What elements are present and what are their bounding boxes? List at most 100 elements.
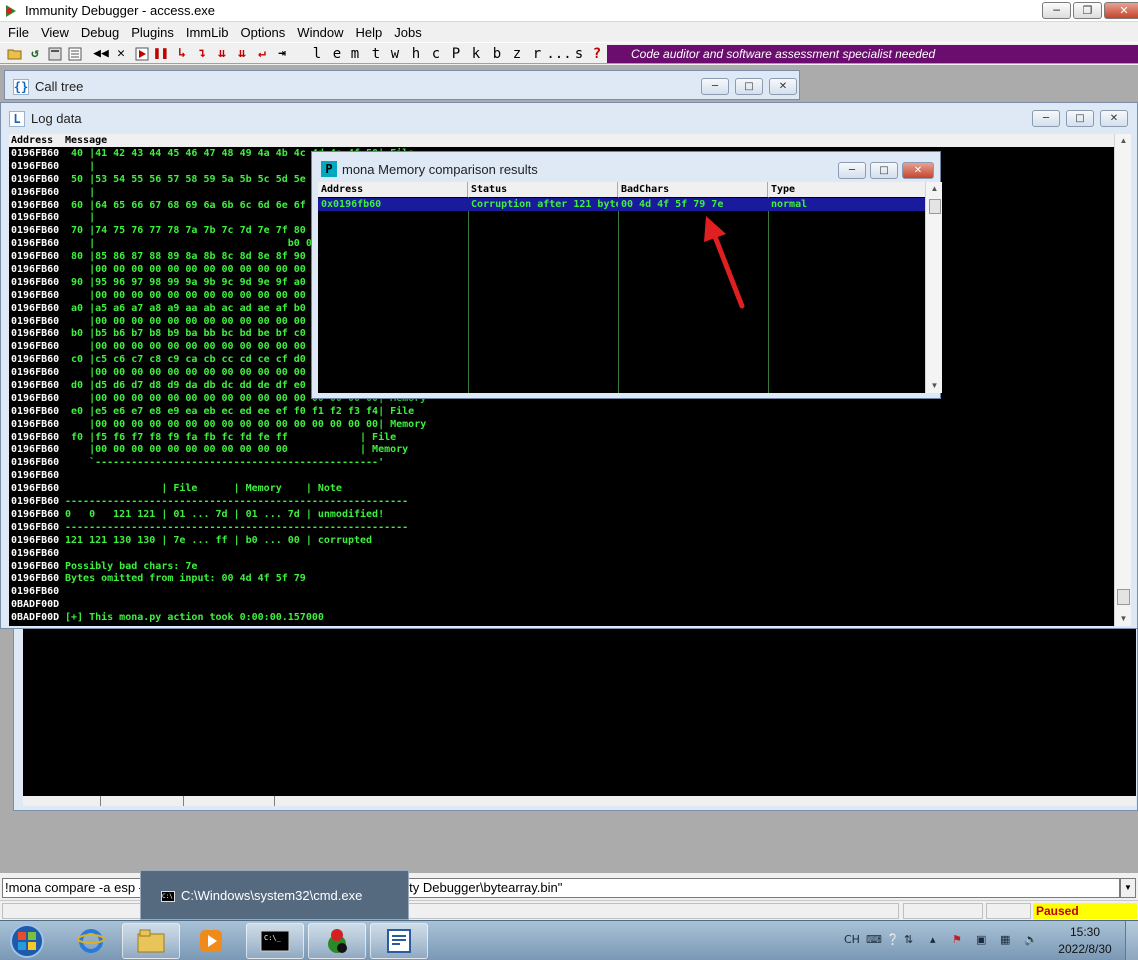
command-dropdown-icon[interactable]: ▼ bbox=[1120, 878, 1136, 898]
mona-results-table[interactable]: Address Status BadChars Type 0x0196fb60 … bbox=[318, 182, 925, 393]
trace-into-icon[interactable]: ⇊ bbox=[214, 45, 230, 62]
scroll-down-icon[interactable]: ▼ bbox=[926, 379, 943, 393]
log-line[interactable]: 0BADF00D bbox=[9, 598, 1114, 611]
mona-maximize-button[interactable]: □ bbox=[870, 162, 898, 179]
help-icon[interactable]: ? bbox=[590, 45, 604, 62]
log-line[interactable]: 0196FB60 e0 |e5 e6 e7 e8 e9 ea eb ec ed … bbox=[9, 405, 1114, 418]
taskbar-explorer-icon[interactable] bbox=[122, 923, 180, 959]
toolbar-letter-c[interactable]: c bbox=[429, 45, 443, 62]
keyboard-icon[interactable]: ⌨ bbox=[866, 933, 882, 946]
log-line[interactable]: 0196FB60 --------------------------------… bbox=[9, 495, 1114, 508]
mona-minimize-button[interactable]: ─ bbox=[838, 162, 866, 179]
toolbar-letter-m[interactable]: m bbox=[348, 45, 362, 62]
tray-options-icon[interactable]: ⇅ bbox=[904, 933, 913, 946]
call-tree-close-button[interactable]: ✕ bbox=[769, 78, 797, 95]
menu-immlib[interactable]: ImmLib bbox=[180, 25, 235, 40]
mona-scrollbar[interactable]: ▲ ▼ bbox=[925, 182, 942, 393]
menu-file[interactable]: File bbox=[2, 25, 35, 40]
log-column-address[interactable]: Address bbox=[11, 134, 53, 147]
close-button[interactable]: ✕ bbox=[1104, 2, 1138, 19]
mona-result-row[interactable]: 0x0196fb60 Corruption after 121 bytes 00… bbox=[318, 198, 925, 211]
device-icon[interactable]: ▣ bbox=[976, 933, 986, 946]
mona-close-button[interactable]: ✕ bbox=[902, 162, 934, 179]
log-line[interactable]: 0196FB60 |00 00 00 00 00 00 00 00 00 00 … bbox=[9, 443, 1114, 456]
restart-icon[interactable]: ↺ bbox=[26, 45, 44, 62]
scroll-up-icon[interactable]: ▲ bbox=[1115, 134, 1132, 148]
toolbar-banner[interactable]: Code auditor and software assessment spe… bbox=[607, 45, 1138, 63]
toolbar-letter-t[interactable]: t bbox=[369, 45, 383, 62]
call-tree-title-bar[interactable]: {} Call tree ─ □ ✕ bbox=[5, 71, 799, 101]
network-icon[interactable]: ▦ bbox=[1000, 933, 1010, 946]
mona-column-type[interactable]: Type bbox=[768, 182, 925, 197]
go-to-icon[interactable]: ⇥ bbox=[274, 45, 290, 62]
scroll-down-icon[interactable]: ▼ bbox=[1115, 612, 1132, 626]
call-tree-minimize-button[interactable]: ─ bbox=[701, 78, 729, 95]
language-indicator[interactable]: CH bbox=[844, 933, 860, 946]
log-line[interactable]: 0196FB60 |00 00 00 00 00 00 00 00 00 00 … bbox=[9, 418, 1114, 431]
taskbar-media-player-icon[interactable] bbox=[182, 923, 240, 959]
taskbar-immunity-icon[interactable] bbox=[308, 923, 366, 959]
menu-debug[interactable]: Debug bbox=[75, 25, 125, 40]
rewind-icon[interactable]: ◀◀ bbox=[92, 45, 110, 62]
taskbar-clock[interactable]: 15:30 2022/8/30 bbox=[1050, 924, 1120, 958]
menu-jobs[interactable]: Jobs bbox=[388, 25, 427, 40]
taskbar-tooltip[interactable]: C:\ C:\Windows\system32\cmd.exe bbox=[140, 870, 409, 920]
toolbar-letter-z[interactable]: z bbox=[510, 45, 524, 62]
menu-plugins[interactable]: Plugins bbox=[125, 25, 180, 40]
toolbar-letter-e[interactable]: e bbox=[330, 45, 344, 62]
mona-results-window[interactable]: P mona Memory comparison results ─ □ ✕ A… bbox=[311, 151, 942, 399]
scroll-up-icon[interactable]: ▲ bbox=[926, 182, 943, 196]
log-line[interactable]: 0196FB60 f0 |f5 f6 f7 f8 f9 fa fb fc fd … bbox=[9, 431, 1114, 444]
pause-icon[interactable]: ❚❚ bbox=[153, 45, 169, 62]
menu-options[interactable]: Options bbox=[234, 25, 291, 40]
show-hidden-icons-icon[interactable]: ▴ bbox=[930, 933, 936, 946]
log-line[interactable]: 0196FB60 121 121 130 130 | 7e ... ff | b0… bbox=[9, 534, 1114, 547]
taskbar-ie-icon[interactable] bbox=[62, 923, 120, 959]
toolbar-letter-k[interactable]: k bbox=[469, 45, 483, 62]
log-line[interactable]: 0196FB60 Bytes omitted from input: 00 4d … bbox=[9, 572, 1114, 585]
restore-button[interactable]: ❐ bbox=[1073, 2, 1102, 19]
toolbar-letter-h[interactable]: h bbox=[409, 45, 423, 62]
stop-icon[interactable]: ✕ bbox=[114, 45, 128, 62]
toolbar-letter-s[interactable]: s bbox=[572, 45, 586, 62]
mona-title-bar[interactable]: P mona Memory comparison results ─ □ ✕ bbox=[312, 152, 940, 182]
taskbar-app-icon[interactable] bbox=[370, 923, 428, 959]
run-icon[interactable] bbox=[134, 45, 150, 62]
toolbar-letter-ellipsis[interactable]: ... bbox=[546, 45, 571, 62]
log-scrollbar[interactable]: ▲ ▼ bbox=[1114, 134, 1131, 626]
start-button-icon[interactable] bbox=[3, 922, 51, 960]
open-folder-icon[interactable] bbox=[6, 45, 24, 62]
log-data-maximize-button[interactable]: □ bbox=[1066, 110, 1094, 127]
log-column-message[interactable]: Message bbox=[65, 134, 107, 147]
mona-scroll-thumb[interactable] bbox=[929, 199, 941, 214]
toolbar-letter-w[interactable]: w bbox=[388, 45, 402, 62]
execute-till-return-icon[interactable]: ↵ bbox=[254, 45, 270, 62]
log-data-minimize-button[interactable]: ─ bbox=[1032, 110, 1060, 127]
log-line[interactable]: 0196FB60 | File | Memory | Note bbox=[9, 482, 1114, 495]
action-center-icon[interactable]: ⚑ bbox=[952, 933, 962, 946]
minimize-button[interactable]: ─ bbox=[1042, 2, 1071, 19]
help-tray-icon[interactable]: ❔ bbox=[886, 933, 900, 946]
step-into-icon[interactable]: ↳ bbox=[174, 45, 190, 62]
close-program-icon[interactable] bbox=[46, 45, 64, 62]
log-data-title-bar[interactable]: L Log data ─ □ ✕ bbox=[1, 103, 1137, 133]
toolbar-letter-p[interactable]: P bbox=[449, 45, 463, 62]
mona-column-badchars[interactable]: BadChars bbox=[618, 182, 768, 197]
log-line[interactable]: 0BADF00D [+] This mona.py action took 0:0… bbox=[9, 611, 1114, 624]
log-line[interactable]: 0196FB60 Possibly bad chars: 7e bbox=[9, 560, 1114, 573]
menu-window[interactable]: Window bbox=[291, 25, 349, 40]
mona-column-status[interactable]: Status bbox=[468, 182, 618, 197]
call-tree-maximize-button[interactable]: □ bbox=[735, 78, 763, 95]
menu-view[interactable]: View bbox=[35, 25, 75, 40]
call-tree-window[interactable]: {} Call tree ─ □ ✕ bbox=[4, 70, 800, 100]
toolbar-letter-r[interactable]: r bbox=[530, 45, 544, 62]
trace-over-icon[interactable]: ⇊ bbox=[234, 45, 250, 62]
log-line[interactable]: 0196FB60 bbox=[9, 547, 1114, 560]
log-scroll-thumb[interactable] bbox=[1117, 589, 1130, 605]
step-over-icon[interactable]: ↴ bbox=[194, 45, 210, 62]
log-line[interactable]: 0196FB60 bbox=[9, 585, 1114, 598]
main-title-bar[interactable]: Immunity Debugger - access.exe ─ ❐ ✕ bbox=[0, 0, 1138, 22]
toolbar-letter-l[interactable]: l bbox=[310, 45, 324, 62]
log-line[interactable]: 0196FB60 0 0 121 121 | 01 ... 7d | 01 ...… bbox=[9, 508, 1114, 521]
log-line[interactable]: 0196FB60 `------------------------------… bbox=[9, 456, 1114, 469]
